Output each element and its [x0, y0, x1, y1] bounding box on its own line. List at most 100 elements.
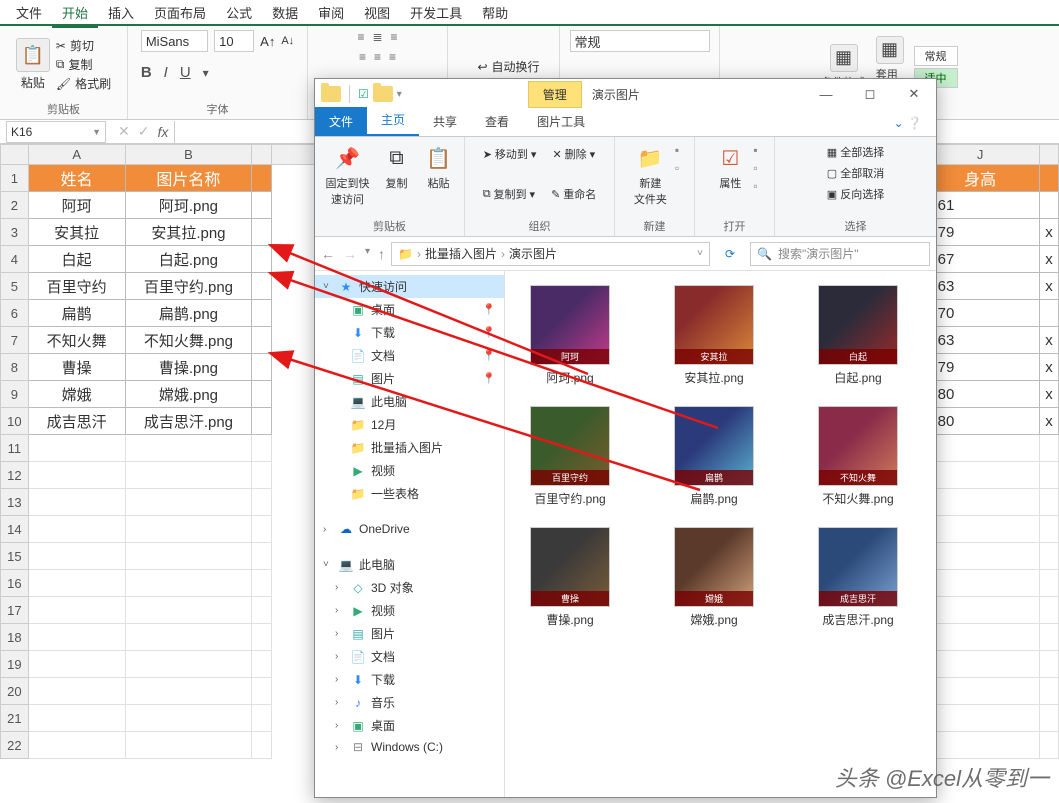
close-button[interactable]: ✕: [892, 80, 936, 108]
tree-node[interactable]: 📄文档📍: [315, 344, 504, 367]
tree-node[interactable]: ˅★快速访问: [315, 275, 504, 298]
col-header-B[interactable]: B: [125, 145, 252, 165]
font-name-select[interactable]: MiSans: [141, 30, 208, 52]
cell-B2[interactable]: 阿珂.png: [125, 192, 252, 219]
tree-node[interactable]: ›⬇下载: [315, 668, 504, 691]
cell-B10[interactable]: 成吉思汗.png: [125, 408, 252, 435]
cell-A9[interactable]: 嫦娥: [28, 381, 125, 408]
cell-J1[interactable]: 身高: [921, 165, 1040, 192]
row-header-6[interactable]: 6: [1, 300, 29, 327]
cut-button[interactable]: ✂ 剪切: [56, 37, 111, 54]
name-box[interactable]: K16▼: [6, 121, 106, 143]
search-input[interactable]: 🔍 搜索"演示图片": [750, 242, 930, 266]
tree-node[interactable]: ▣桌面📍: [315, 298, 504, 321]
align-center-icon[interactable]: ≡: [374, 50, 381, 64]
menu-公式[interactable]: 公式: [216, 0, 262, 26]
row-header-16[interactable]: 16: [1, 570, 29, 597]
explorer-file-view[interactable]: 阿珂阿珂.png安其拉安其拉.png白起白起.png百里守约百里守约.png扁鹊…: [505, 271, 936, 797]
menu-开始[interactable]: 开始: [52, 0, 98, 28]
cell-A6[interactable]: 扁鹊: [28, 300, 125, 327]
forward-button[interactable]: →: [343, 246, 357, 262]
cell-J8[interactable]: 179: [921, 354, 1040, 381]
row-header-19[interactable]: 19: [1, 651, 29, 678]
fx-icon[interactable]: fx: [157, 124, 168, 140]
row-header-10[interactable]: 10: [1, 408, 29, 435]
font-size-select[interactable]: 10: [214, 30, 254, 52]
align-left-icon[interactable]: ≡: [359, 50, 366, 64]
copy-to-button[interactable]: ⧉ 复制到 ▾: [481, 185, 537, 203]
file-item[interactable]: 不知火舞不知火舞.png: [803, 406, 913, 507]
menu-开发工具[interactable]: 开发工具: [400, 0, 472, 26]
minimize-button[interactable]: —: [804, 80, 848, 108]
cancel-icon[interactable]: ✕: [118, 123, 130, 140]
col-header-A[interactable]: A: [28, 145, 125, 165]
row-header-11[interactable]: 11: [1, 435, 29, 462]
row-header-22[interactable]: 22: [1, 732, 29, 759]
explorer-tree[interactable]: ˅★快速访问▣桌面📍⬇下载📍📄文档📍▤图片📍💻此电脑📁12月📁批量插入图片▶视频…: [315, 271, 505, 797]
row-header-15[interactable]: 15: [1, 543, 29, 570]
row-header-7[interactable]: 7: [1, 327, 29, 354]
cell-J9[interactable]: 180: [921, 381, 1040, 408]
file-item[interactable]: 嫦娥嫦娥.png: [659, 527, 769, 628]
cell-A1[interactable]: 姓名: [28, 165, 125, 192]
row-header-5[interactable]: 5: [1, 273, 29, 300]
file-item[interactable]: 白起白起.png: [803, 285, 913, 386]
edit-icon[interactable]: ▫: [753, 161, 757, 175]
cell-A3[interactable]: 安其拉: [28, 219, 125, 246]
wrap-text-button[interactable]: ↩ 自动换行: [467, 58, 539, 75]
row-header-14[interactable]: 14: [1, 516, 29, 543]
cell-A7[interactable]: 不知火舞: [28, 327, 125, 354]
open-icon[interactable]: ▪: [753, 143, 757, 157]
cell-J5[interactable]: 163: [921, 273, 1040, 300]
cell-A4[interactable]: 白起: [28, 246, 125, 273]
cell-B3[interactable]: 安其拉.png: [125, 219, 252, 246]
file-item[interactable]: 安其拉安其拉.png: [659, 285, 769, 386]
enter-icon[interactable]: ✓: [138, 123, 150, 140]
cell-B4[interactable]: 白起.png: [125, 246, 252, 273]
delete-button[interactable]: ✕ 删除 ▾: [550, 145, 597, 163]
refresh-button[interactable]: ⟳: [716, 247, 744, 261]
italic-button[interactable]: I: [164, 64, 168, 81]
tree-node[interactable]: ›◇3D 对象: [315, 576, 504, 599]
history-icon[interactable]: ▫: [753, 179, 757, 193]
tab-tools[interactable]: 图片工具: [523, 107, 599, 136]
breadcrumb[interactable]: 📁› 批量插入图片› 演示图片 ˅: [391, 242, 710, 266]
file-item[interactable]: 百里守约百里守约.png: [515, 406, 625, 507]
select-all-button[interactable]: ▦ 全部选择: [825, 143, 886, 161]
tab-file[interactable]: 文件: [315, 107, 367, 136]
format-painter-button[interactable]: 🖌 格式刷: [56, 75, 111, 92]
tree-node[interactable]: ›♪音乐: [315, 691, 504, 714]
tree-node[interactable]: ›☁OneDrive: [315, 519, 504, 539]
menu-插入[interactable]: 插入: [98, 0, 144, 26]
tree-node[interactable]: ▤图片📍: [315, 367, 504, 390]
cell-J2[interactable]: 161: [921, 192, 1040, 219]
paste-icon[interactable]: 📋: [16, 38, 50, 72]
cell-J7[interactable]: 163: [921, 327, 1040, 354]
cell-B9[interactable]: 嫦娥.png: [125, 381, 252, 408]
tree-node[interactable]: 💻此电脑: [315, 390, 504, 413]
cell-J4[interactable]: 167: [921, 246, 1040, 273]
row-header-1[interactable]: 1: [1, 165, 29, 192]
cell-J6[interactable]: 170: [921, 300, 1040, 327]
maximize-button[interactable]: ◻: [848, 80, 892, 108]
help-icon[interactable]: ⌄ ❔: [880, 110, 936, 136]
row-header-17[interactable]: 17: [1, 597, 29, 624]
row-header-13[interactable]: 13: [1, 489, 29, 516]
new-item-icon[interactable]: ▪: [675, 143, 679, 157]
number-format-select[interactable]: 常规: [570, 30, 710, 52]
row-header-4[interactable]: 4: [1, 246, 29, 273]
cell-A5[interactable]: 百里守约: [28, 273, 125, 300]
easy-access-icon[interactable]: ▫: [675, 161, 679, 175]
tree-node[interactable]: ˅💻此电脑: [315, 553, 504, 576]
select-all[interactable]: [1, 145, 29, 165]
file-item[interactable]: 成吉思汗成吉思汗.png: [803, 527, 913, 628]
move-to-button[interactable]: ➤ 移动到 ▾: [481, 145, 539, 163]
tree-node[interactable]: ›▤图片: [315, 622, 504, 645]
align-top-icon[interactable]: ≡: [357, 30, 364, 44]
tree-node[interactable]: ›📄文档: [315, 645, 504, 668]
back-button[interactable]: ←: [321, 246, 335, 262]
cell-B5[interactable]: 百里守约.png: [125, 273, 252, 300]
tab-share[interactable]: 共享: [419, 107, 471, 136]
properties-button[interactable]: ☑属性: [711, 141, 749, 193]
row-header-3[interactable]: 3: [1, 219, 29, 246]
